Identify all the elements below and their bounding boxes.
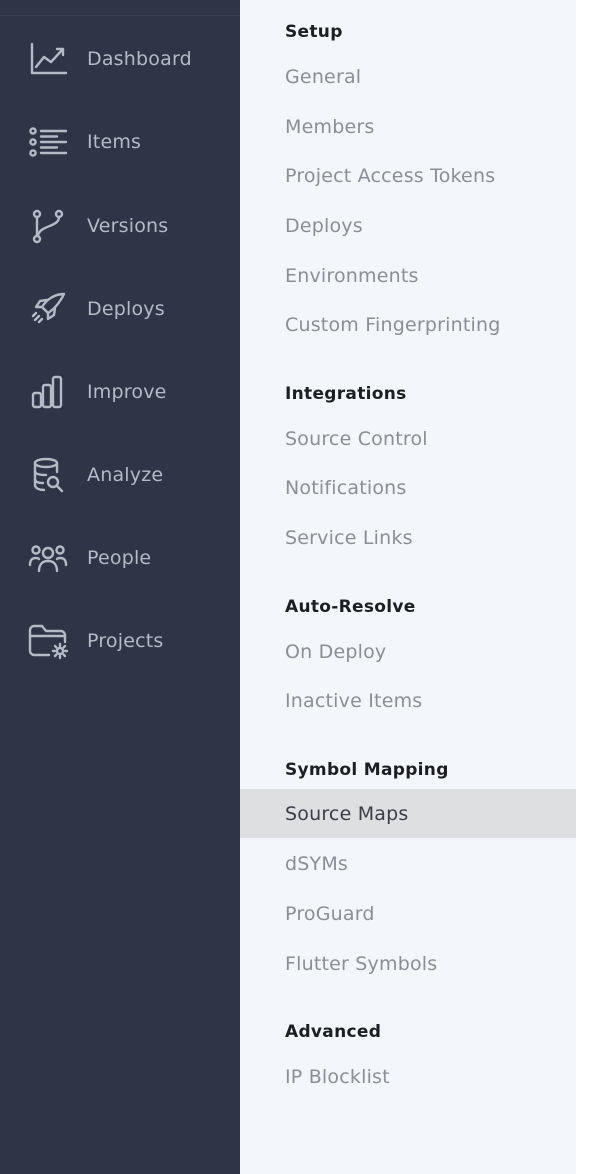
sidebar-item-label: Deploys [87,298,165,320]
subnav-item-proguard[interactable]: ProGuard [240,889,576,938]
sidebar-item-improve[interactable]: Improve [0,362,240,422]
subnav-item-label: Source Control [285,428,428,450]
subnav-item-label: dSYMs [285,853,349,875]
subnav-item-label: On Deploy [285,641,387,663]
subnav-item-label: Environments [285,265,419,287]
subnav-item-environments[interactable]: Environments [240,251,576,300]
subnav-item-custom-fingerprinting[interactable]: Custom Fingerprinting [240,300,576,349]
section-heading-setup: Setup [285,22,343,42]
bar-chart-icon [27,373,69,411]
subnav-item-source-maps[interactable]: Source Maps [240,789,576,838]
subnav-item-label: Source Maps [285,803,409,825]
sidebar-item-label: Versions [87,215,169,237]
sidebar-item-projects[interactable]: Projects [0,611,240,671]
sidebar-item-deploys[interactable]: Deploys [0,279,240,339]
sidebar-item-people[interactable]: People [0,528,240,588]
main-sidebar: Dashboard Items Versions Deploys Improve… [0,0,240,1174]
sidebar-divider [0,15,240,16]
subnav-item-members[interactable]: Members [240,102,576,151]
list-icon [27,123,69,161]
app-window: Dashboard Items Versions Deploys Improve… [0,0,602,1174]
sidebar-item-label: Projects [87,630,164,652]
settings-subnav: Setup General Members Project Access Tok… [240,0,576,1174]
subnav-item-label: Custom Fingerprinting [285,314,501,336]
subnav-item-inactive-items[interactable]: Inactive Items [240,676,576,725]
subnav-item-label: ProGuard [285,903,375,925]
users-icon [27,539,69,577]
subnav-item-deploys[interactable]: Deploys [240,201,576,250]
subnav-item-notifications[interactable]: Notifications [240,463,576,512]
subnav-item-general[interactable]: General [240,52,576,101]
section-heading-advanced: Advanced [285,1022,382,1042]
chart-line-icon [27,40,69,78]
rocket-icon [27,290,69,328]
sidebar-item-versions[interactable]: Versions [0,196,240,256]
section-heading-auto-resolve: Auto-Resolve [285,597,416,617]
sidebar-item-label: Dashboard [87,48,192,70]
sidebar-item-items[interactable]: Items [0,112,240,172]
section-heading-symbol-mapping: Symbol Mapping [285,760,449,780]
folder-gear-icon [27,622,69,660]
subnav-item-label: IP Blocklist [285,1066,390,1088]
subnav-item-label: Deploys [285,215,363,237]
sidebar-item-label: People [87,547,152,569]
subnav-item-label: General [285,66,362,88]
database-search-icon [27,456,69,494]
sidebar-item-dashboard[interactable]: Dashboard [0,29,240,89]
sidebar-item-label: Items [87,131,142,153]
sidebar-item-label: Improve [87,381,167,403]
subnav-item-label: Members [285,116,375,138]
subnav-item-label: Project Access Tokens [285,165,496,187]
subnav-item-project-access-tokens[interactable]: Project Access Tokens [240,151,576,200]
git-branch-icon [27,207,69,245]
sidebar-item-analyze[interactable]: Analyze [0,445,240,505]
subnav-item-flutter-symbols[interactable]: Flutter Symbols [240,939,576,988]
subnav-item-label: Inactive Items [285,690,423,712]
subnav-item-source-control[interactable]: Source Control [240,414,576,463]
subnav-item-service-links[interactable]: Service Links [240,513,576,562]
subnav-item-dsyms[interactable]: dSYMs [240,839,576,888]
section-heading-integrations: Integrations [285,384,407,404]
sidebar-item-label: Analyze [87,464,164,486]
subnav-item-label: Notifications [285,477,407,499]
subnav-item-on-deploy[interactable]: On Deploy [240,627,576,676]
subnav-item-label: Flutter Symbols [285,953,438,975]
subnav-item-ip-blocklist[interactable]: IP Blocklist [240,1052,576,1101]
subnav-item-label: Service Links [285,527,413,549]
